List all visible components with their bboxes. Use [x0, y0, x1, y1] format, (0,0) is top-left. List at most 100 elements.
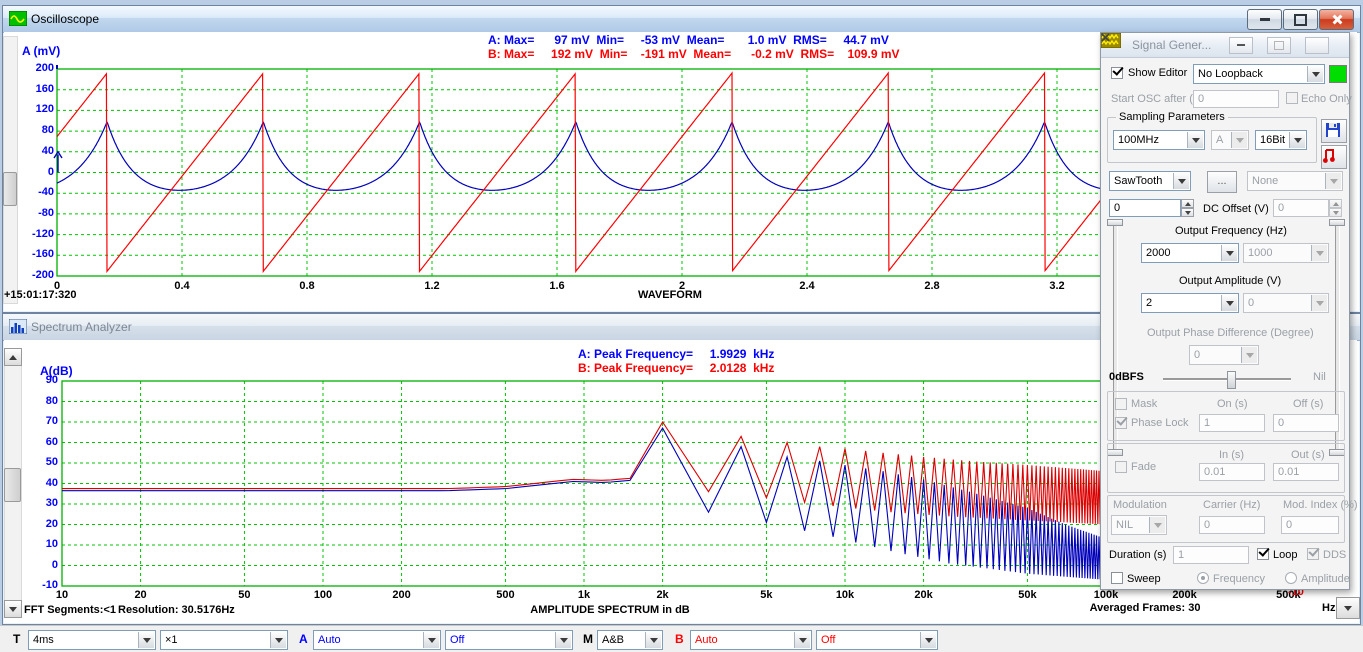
combo-arrow-icon[interactable] [138, 632, 154, 648]
amplitude-b-combo[interactable]: 0 [1243, 293, 1329, 313]
spectrum-fft-segments: FFT Segments:<1 [24, 604, 116, 616]
show-editor-checkbox[interactable] [1111, 67, 1123, 79]
mod-index-input[interactable]: 0 [1281, 516, 1339, 534]
channel-b-probe-combo[interactable]: Off [816, 630, 938, 650]
frequency-a-combo[interactable]: 2000 [1141, 243, 1239, 263]
sweep-frequency-radio[interactable] [1197, 572, 1209, 584]
combo-arrow-icon[interactable] [1187, 132, 1203, 148]
multiplier-combo[interactable]: ×1 [160, 630, 288, 650]
combo-arrow-icon[interactable] [1221, 295, 1237, 311]
sampling-rate-combo[interactable]: 100MHz [1113, 130, 1205, 150]
timebase-combo[interactable]: 4ms [28, 630, 156, 650]
bottom-toolbar: T 4ms ×1 A Auto Off M A&B B Auto Off [0, 625, 1363, 652]
dialog-minimize-button[interactable] [1229, 37, 1253, 54]
combo-arrow-icon[interactable] [1221, 245, 1237, 261]
channel-a-probe-combo[interactable]: Off [445, 630, 573, 650]
note-tone-button[interactable] [1321, 145, 1347, 169]
run-indicator-button[interactable] [1329, 65, 1347, 83]
channel-b-range-combo[interactable]: Auto [690, 630, 812, 650]
tick-label: 50k [997, 589, 1057, 601]
sweep-label: Sweep [1127, 573, 1161, 585]
frequency-b-combo[interactable]: 1000 [1243, 243, 1329, 263]
sampling-channel-combo[interactable]: A [1211, 130, 1249, 150]
combo-arrow-icon[interactable] [1307, 66, 1323, 82]
dc-offset-b-spinner[interactable] [1329, 199, 1342, 217]
combo-arrow-icon[interactable] [1149, 517, 1165, 533]
mask-label: Mask [1131, 398, 1157, 410]
on-s-label: On (s) [1217, 398, 1248, 410]
dc-offset-a-spinner[interactable] [1181, 199, 1194, 217]
fade-in-input[interactable]: 0.01 [1199, 463, 1265, 481]
mask-checkbox[interactable] [1115, 398, 1127, 410]
tick-label: 70 [24, 415, 58, 427]
dc-offset-a-input[interactable]: 0 [1109, 199, 1181, 217]
out-s-label: Out (s) [1291, 449, 1325, 461]
amplitude-slider-b-thumb[interactable] [1329, 219, 1345, 226]
close-icon [1101, 33, 1110, 42]
combo-arrow-icon[interactable] [1173, 173, 1189, 189]
fade-out-input[interactable]: 0.01 [1273, 463, 1339, 481]
mask-on-input[interactable]: 1 [1199, 414, 1265, 432]
tick-label: 50 [24, 456, 58, 468]
arrow-down-icon [1344, 606, 1352, 611]
dialog-maximize-button[interactable] [1267, 37, 1291, 54]
tick-label: 1k [554, 589, 614, 601]
combo-arrow-icon[interactable] [1325, 173, 1341, 189]
spectrum-hz-label: Hz [1322, 602, 1335, 614]
check-icon [1308, 545, 1319, 556]
modulation-combo[interactable]: NIL [1111, 515, 1167, 535]
combo-arrow-icon[interactable] [423, 632, 439, 648]
tick-label: 10 [32, 589, 92, 601]
mode-combo[interactable]: A&B [597, 630, 663, 650]
waveform-b-combo[interactable]: None [1247, 171, 1343, 191]
sweep-amplitude-radio[interactable] [1285, 572, 1297, 584]
radio-dot-icon [1201, 576, 1205, 580]
minimize-icon [1237, 44, 1245, 46]
waveform-a-combo[interactable]: SawTooth [1109, 171, 1191, 191]
echo-only-checkbox[interactable] [1286, 92, 1298, 104]
combo-arrow-icon[interactable] [1311, 295, 1327, 311]
carrier-input[interactable]: 0 [1199, 516, 1265, 534]
check-icon [1112, 64, 1123, 75]
phase-lock-checkbox[interactable] [1115, 417, 1127, 429]
sweep-checkbox[interactable] [1111, 572, 1123, 584]
combo-arrow-icon[interactable] [1241, 347, 1257, 363]
amplitude-slider-a-thumb[interactable] [1107, 219, 1123, 226]
combo-arrow-icon[interactable] [270, 632, 286, 648]
combo-arrow-icon[interactable] [1231, 132, 1247, 148]
channel-a-range-combo[interactable]: Auto [313, 630, 441, 650]
combo-arrow-icon[interactable] [920, 632, 936, 648]
dbfs-label: 0dBFS [1109, 371, 1144, 383]
combo-arrow-icon[interactable] [1289, 132, 1305, 148]
waveform-more-button[interactable]: ... [1207, 171, 1237, 193]
mask-off-input[interactable]: 0 [1273, 414, 1339, 432]
show-editor-label: Show Editor [1128, 67, 1187, 79]
duration-input[interactable]: 1 [1173, 546, 1249, 564]
start-osc-input[interactable]: 0 [1193, 90, 1279, 108]
phase-combo[interactable]: 0 [1189, 345, 1259, 365]
toolbar-a-label: A [299, 632, 308, 646]
output-phase-label: Output Phase Difference (Degree) [1147, 327, 1314, 339]
combo-arrow-icon[interactable] [1311, 245, 1327, 261]
tick-label: 90 [24, 374, 58, 386]
sampling-bits-combo[interactable]: 16Bit [1255, 130, 1307, 150]
tick-label: 20 [24, 518, 58, 530]
combo-arrow-icon[interactable] [555, 632, 571, 648]
combo-arrow-icon[interactable] [794, 632, 810, 648]
tick-label: 20k [894, 589, 954, 601]
combo-arrow-icon[interactable] [645, 632, 661, 648]
save-button[interactable] [1321, 119, 1347, 143]
spectrum-axis-dropdown-button[interactable] [1336, 597, 1360, 619]
signal-generator-titlebar[interactable]: Signal Gener... [1101, 33, 1349, 58]
dds-checkbox[interactable] [1307, 548, 1319, 560]
dialog-close-button[interactable] [1305, 37, 1329, 54]
mod-index-label: Mod. Index (%) [1283, 499, 1358, 511]
fade-checkbox[interactable] [1115, 461, 1127, 473]
start-osc-label: Start OSC after (s) [1111, 93, 1202, 105]
loopback-combo[interactable]: No Loopback [1193, 64, 1325, 84]
amplitude-a-combo[interactable]: 2 [1141, 293, 1239, 313]
loop-label: Loop [1273, 549, 1297, 561]
dc-offset-b-input[interactable]: 0 [1273, 199, 1329, 217]
dbfs-slider-thumb[interactable] [1227, 371, 1236, 389]
loop-checkbox[interactable] [1257, 548, 1269, 560]
